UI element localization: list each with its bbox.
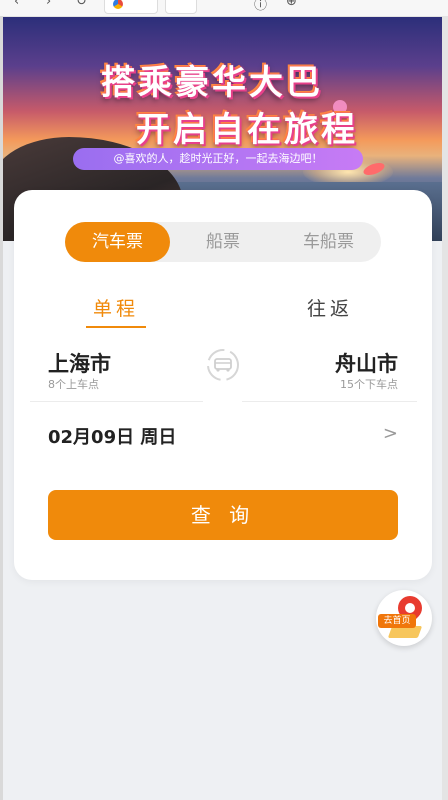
browser-tab[interactable]	[104, 0, 158, 14]
ticket-type-tabs: 汽车票 船票 车船票	[65, 222, 381, 262]
tab-bus-ferry-ticket[interactable]: 车船票	[276, 222, 381, 262]
banner-title-line1: 搭乘豪华大巴	[101, 63, 323, 103]
arrival-stops: 15个下车点	[340, 378, 398, 391]
divider	[242, 401, 417, 402]
go-home-label: 去首页	[378, 614, 416, 628]
tab-ferry-ticket[interactable]: 船票	[170, 222, 276, 262]
banner-title-line2: 开启自在旅程	[136, 110, 358, 150]
trip-mode-round-trip[interactable]: 往返	[300, 294, 360, 324]
back-icon[interactable]: ‹	[14, 0, 30, 10]
site-favicon-icon	[113, 0, 123, 9]
divider	[30, 401, 203, 402]
browser-toolbar: ‹ › ↻ ⓘ ⊕	[0, 0, 448, 17]
tab-bus-ticket[interactable]: 汽车票	[65, 222, 170, 262]
departure-stops: 8个上车点	[48, 378, 99, 391]
scrollbar[interactable]	[442, 16, 448, 800]
booking-card: 汽车票 船票 车船票 单程 往返 上海市 8个上车点 舟山市 15个下车点 02…	[14, 190, 432, 580]
trip-mode-one-way[interactable]: 单程	[86, 294, 146, 328]
globe-icon[interactable]: ⊕	[286, 0, 302, 10]
banner-subtitle: @喜欢的人，趁时光正好，一起去海边吧！	[73, 148, 363, 170]
reload-icon[interactable]: ↻	[76, 0, 92, 10]
search-button[interactable]: 查 询	[48, 490, 398, 540]
browser-tab-secondary[interactable]	[165, 0, 197, 14]
arrival-city[interactable]: 舟山市	[335, 348, 398, 378]
go-home-button[interactable]: 去首页	[376, 590, 432, 646]
forward-icon[interactable]: ›	[46, 0, 62, 10]
departure-date[interactable]: 02月09日 周日	[48, 423, 176, 449]
info-icon[interactable]: ⓘ	[254, 0, 270, 13]
chevron-right-icon[interactable]: >	[383, 423, 398, 444]
departure-city[interactable]: 上海市	[48, 348, 111, 378]
swap-cities-icon[interactable]	[206, 348, 240, 382]
